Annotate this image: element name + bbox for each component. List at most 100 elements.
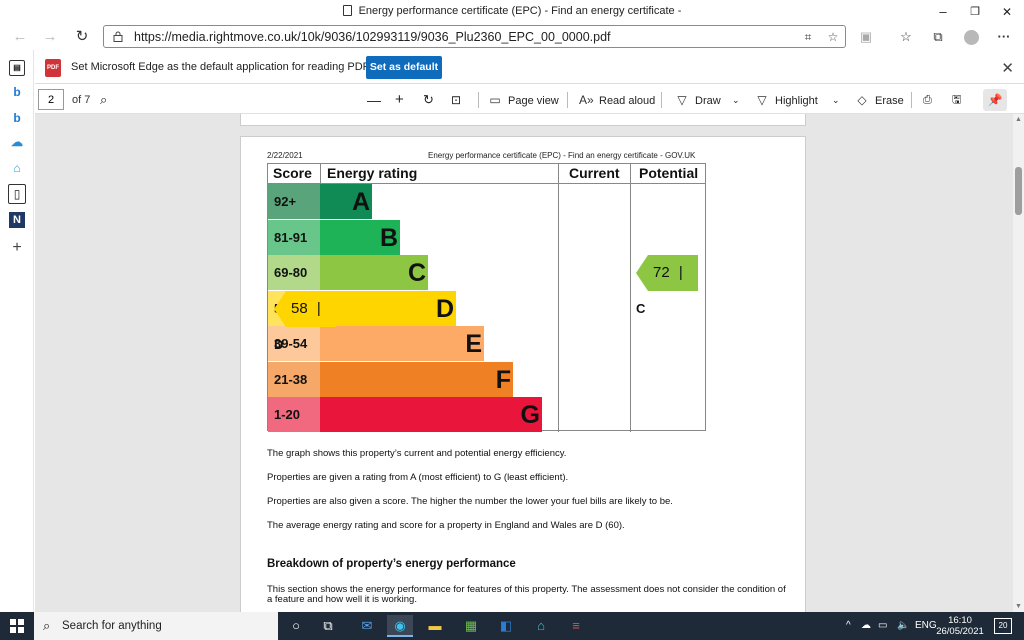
rotate-icon[interactable]: ↻ [423,91,434,109]
eraser-icon: ◇ [857,93,867,107]
pdf-icon: PDF [45,59,61,77]
edge-sidebar: ▤ b b ☁ ⌂ ▯ N + [0,50,34,612]
paragraph: Properties are given a rating from A (mo… [267,472,569,483]
taskbar-search[interactable]: ⌕ Search for anything [34,612,278,640]
zoom-in-icon[interactable]: + [395,91,404,109]
windows-start-icon[interactable] [10,619,24,633]
pdf-viewer[interactable]: 2/22/2021 Energy performance certificate… [35,114,1013,612]
back-button[interactable]: ← [8,26,32,48]
scroll-up-icon[interactable]: ▲ [1015,116,1022,123]
collections-icon[interactable]: ⧉ [927,27,949,47]
paragraph: a feature and how well it is working. [267,594,417,605]
cortana-icon[interactable]: ○ [283,615,309,637]
profile-avatar[interactable] [960,27,982,47]
bing-icon[interactable]: b [9,84,25,100]
add-favorite-icon[interactable]: ☆ [825,29,841,45]
page-view-button[interactable]: ▭ Page view [488,91,558,109]
close-window-button[interactable]: ✕ [992,2,1022,22]
draw-options-chevron-icon[interactable]: ⌄ [732,91,740,109]
vertical-scrollbar[interactable]: ▲ ▼ [1013,114,1024,612]
default-app-notification: PDF Set Microsoft Edge as the default ap… [35,52,1024,84]
page-count: of 7 [72,94,91,106]
nationwide-icon[interactable]: N [9,212,25,228]
band-letter: G [520,401,540,429]
fit-page-icon[interactable]: ⊡ [451,91,461,109]
favorites-icon[interactable]: ☆ [895,27,917,47]
pdf-page: 2/22/2021 Energy performance certificate… [240,136,806,612]
band-letter: D [435,294,454,323]
forward-button[interactable]: → [38,26,62,48]
erase-button[interactable]: ◇ Erase [855,91,903,109]
highlight-options-chevron-icon[interactable]: ⌄ [832,91,840,109]
document-tab-icon[interactable]: ▯ [8,184,26,204]
restore-button[interactable]: ❐ [960,2,990,22]
band-bar-a: A [320,184,372,219]
zoom-out-icon[interactable]: — [367,91,381,109]
action-center-icon[interactable]: 20 [994,618,1012,634]
save-icon[interactable]: 🖫 [952,91,961,109]
band-bar-g: G [320,397,542,432]
current-header: Current [569,165,620,181]
highlight-icon: ▽ [757,93,767,107]
document-info-icon[interactable] [113,31,123,42]
print-icon[interactable]: ⎙ [923,91,932,109]
current-rating-arrow: 58 | D [274,290,336,352]
paragraph: Properties are also given a score. The h… [267,496,673,507]
add-tab-icon[interactable]: + [9,240,25,256]
extension-icon[interactable]: ▣ [855,27,877,47]
section-heading: Breakdown of property’s energy performan… [267,558,516,570]
close-notification-icon[interactable]: ✕ [1001,59,1014,77]
minimize-button[interactable]: – [928,2,958,22]
app-icon[interactable]: ⌂ [528,615,554,637]
pin-toolbar-icon[interactable]: 📌 [983,89,1007,111]
page-number-input[interactable] [38,89,64,110]
onedrive-icon[interactable]: ☁ [861,620,871,631]
set-as-default-button[interactable]: Set as default [366,56,442,79]
app-available-icon[interactable]: ⌗ [800,29,816,45]
band-score-f: 21-38 [268,361,320,397]
band-score-g: 1-20 [268,397,320,432]
draw-icon: ▽ [677,93,687,107]
scrollbar-thumb[interactable] [1015,167,1022,215]
band-letter: B [379,223,398,252]
energy-rating-table: Score Energy rating Current Potential 92… [267,163,706,432]
photos-icon[interactable]: ▦ [458,615,484,637]
weather-icon[interactable]: ☁ [9,134,25,150]
band-bar-b: B [320,219,400,255]
pdf-toolbar: of 7 ⌕ — + ↻ ⊡ ▭Page view A»Read aloud ▽… [35,86,1024,114]
taskbar-clock[interactable]: 16:10 26/05/2021 [936,615,984,637]
task-view-icon[interactable]: ⧉ [315,615,341,637]
outlook-icon[interactable]: ◧ [493,615,519,637]
highlight-button[interactable]: ▽ Highlight [755,91,817,109]
read-aloud-icon: A» [579,93,594,107]
band-letter: C [407,259,426,287]
draw-button[interactable]: ▽ Draw [675,91,720,109]
url-field[interactable]: https://media.rightmove.co.uk/10k/9036/1… [103,25,846,48]
potential-letter: C [636,301,646,316]
home-icon[interactable]: ⌂ [9,160,25,176]
app-icon[interactable]: ≡ [563,615,589,637]
tab-actions-icon[interactable]: ▤ [9,60,25,76]
input-language[interactable]: ENG [915,620,937,631]
current-letter: D [274,336,284,352]
print-date: 2/22/2021 [267,151,303,160]
search-icon[interactable]: ⌕ [100,91,107,109]
scroll-down-icon[interactable]: ▼ [1015,603,1022,610]
refresh-button[interactable]: ↻ [70,26,94,48]
page-view-icon: ▭ [489,93,501,107]
potential-rating-arrow: 72 | C [636,255,698,316]
read-aloud-button[interactable]: A» Read aloud [579,91,655,109]
energy-rating-header: Energy rating [327,165,418,181]
volume-icon[interactable]: 🔈 [897,620,909,631]
band-bar-e: E [320,326,484,361]
network-icon[interactable]: ▭ [878,620,887,631]
bing-icon[interactable]: b [9,110,25,126]
band-bar-c: C [320,255,428,290]
settings-more-icon[interactable]: ··· [993,27,1015,47]
mail-icon[interactable]: ✉ [354,615,380,637]
score-header: Score [273,165,312,181]
file-explorer-icon[interactable]: ▬ [422,615,448,637]
edge-icon[interactable]: ◉ [387,615,413,637]
show-hidden-icons-chevron-icon[interactable]: ^ [846,620,851,631]
band-letter: F [495,365,511,394]
